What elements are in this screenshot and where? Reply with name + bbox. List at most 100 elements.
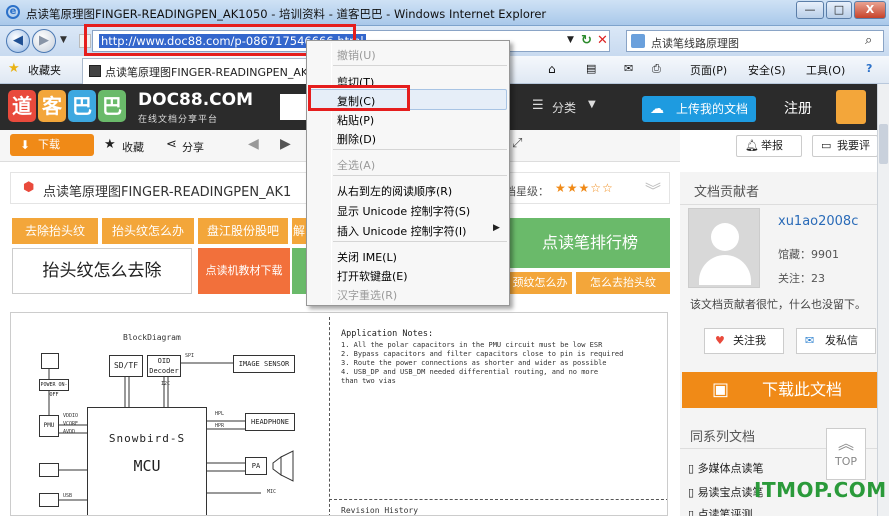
fullscreen-icon[interactable]: ⤢ bbox=[512, 136, 522, 151]
download-button[interactable]: ⬇ 下载 bbox=[10, 134, 94, 156]
favorite-star-icon[interactable]: ★ bbox=[104, 137, 116, 152]
category-icon[interactable]: ☰ bbox=[532, 98, 544, 113]
search-field[interactable]: 点读笔线路原理图 ⌕ bbox=[626, 30, 884, 52]
register-link[interactable]: 注册 bbox=[784, 98, 812, 118]
contributor-name[interactable]: xu1ao2008c bbox=[778, 214, 858, 229]
divider bbox=[680, 204, 877, 205]
tag-link[interactable]: 去除抬头纹 bbox=[12, 218, 98, 244]
logo-char[interactable]: 道 bbox=[8, 90, 36, 122]
feeds-icon[interactable]: ▤ bbox=[586, 62, 596, 75]
contributor-note: 该文档贡献者很忙，什么也没留下。 bbox=[690, 298, 866, 311]
menu-item-select-all[interactable]: 全选(A) bbox=[337, 157, 375, 173]
doc-icon: ▯ bbox=[688, 486, 698, 499]
copy-highlight-box bbox=[308, 85, 410, 111]
favorites-label[interactable]: 收藏夹 bbox=[28, 62, 61, 78]
note-line: than two vias bbox=[341, 377, 396, 385]
menu-item-show-unicode[interactable]: 显示 Unicode 控制字符(S) bbox=[337, 203, 470, 219]
menu-item-delete[interactable]: 删除(D) bbox=[337, 131, 376, 147]
upload-button[interactable]: ☁ 上传我的文档 bbox=[642, 96, 756, 122]
address-dropdown-icon[interactable]: ▼ bbox=[567, 35, 574, 45]
download-doc-button[interactable]: ▣ 下载此文档 bbox=[682, 372, 887, 408]
top-label: TOP bbox=[834, 455, 857, 468]
menu-safety[interactable]: 安全(S) bbox=[748, 62, 786, 78]
menu-item-paste[interactable]: 粘贴(P) bbox=[337, 112, 374, 128]
tag-link[interactable]: 盘江股份股吧 bbox=[198, 218, 288, 244]
tag-link[interactable]: 怎么去抬头纹 bbox=[576, 272, 670, 294]
share-link[interactable]: 分享 bbox=[182, 139, 204, 155]
menu-item-close-ime[interactable]: 关闭 IME(L) bbox=[337, 249, 397, 265]
report-label: 举报 bbox=[761, 139, 783, 152]
menu-item-undo[interactable]: 撤销(U) bbox=[337, 47, 376, 63]
back-to-top-button[interactable]: ︽ TOP bbox=[826, 428, 866, 480]
avatar[interactable] bbox=[688, 208, 760, 288]
rank-tag-link[interactable]: 点读笔排行榜 bbox=[510, 218, 670, 268]
brand-name[interactable]: DOC88.COM bbox=[138, 90, 253, 110]
maximize-button[interactable]: □ bbox=[826, 1, 852, 19]
stat-collection: 馆藏：9901 bbox=[778, 248, 839, 261]
star-icon[interactable]: ★ bbox=[8, 61, 20, 76]
tag-link[interactable]: 点读机教材下载 bbox=[198, 248, 290, 294]
rating-label: 档星级： bbox=[505, 185, 549, 198]
menu-tools[interactable]: 工具(O) bbox=[806, 62, 845, 78]
scrollbar-thumb[interactable] bbox=[879, 124, 888, 164]
document-page: BlockDiagram SD/TF OID Decoder IMAGE SEN… bbox=[10, 312, 668, 516]
note-line: 1. All the polar capacitors in the PMU c… bbox=[341, 341, 603, 349]
share-icon[interactable]: ⋖ bbox=[166, 137, 177, 152]
mail-icon[interactable]: ✉ bbox=[624, 62, 633, 75]
download-doc-label: 下载此文档 bbox=[762, 380, 843, 399]
chevron-up-icon: ︽ bbox=[837, 434, 854, 453]
series-item[interactable]: ▯ 易读宝点读笔 bbox=[688, 484, 764, 500]
refresh-icon[interactable]: ↻ bbox=[581, 33, 592, 48]
favorite-link[interactable]: 收藏 bbox=[122, 139, 144, 155]
menu-separator bbox=[333, 241, 507, 242]
menu-item-insert-unicode[interactable]: 插入 Unicode 控制字符(I) bbox=[337, 223, 466, 239]
logo-char[interactable]: 巴 bbox=[98, 90, 126, 122]
series-item[interactable]: ▯ 点读笔评测 bbox=[688, 506, 753, 516]
logo-char[interactable]: 客 bbox=[38, 90, 66, 122]
watermark: ITMOP.COM bbox=[754, 478, 887, 502]
prev-page-icon[interactable]: ◀ bbox=[248, 136, 259, 152]
home-icon[interactable]: ⌂ bbox=[548, 62, 556, 76]
report-button[interactable]: 🔔︎ 举报 bbox=[736, 135, 802, 157]
ie-logo-icon: e bbox=[6, 5, 20, 19]
page-scrollbar[interactable] bbox=[877, 84, 889, 516]
next-page-icon[interactable]: ▶ bbox=[280, 136, 291, 152]
collapse-chevron-icon[interactable]: ︾ bbox=[645, 177, 661, 201]
tag-link[interactable]: 解 bbox=[292, 218, 306, 244]
forward-button[interactable]: ▶ bbox=[32, 29, 56, 53]
doc-download-icon: ▣ bbox=[712, 379, 730, 400]
series-item[interactable]: ▯ 多媒体点读笔 bbox=[688, 460, 764, 476]
recent-pages-dropdown-icon[interactable]: ▼ bbox=[60, 35, 67, 45]
big-tag-link[interactable]: 抬头纹怎么去除 bbox=[12, 248, 192, 294]
notes-title: Application Notes: bbox=[341, 329, 434, 339]
message-button[interactable]: ✉ 发私信 bbox=[796, 328, 876, 354]
stop-icon[interactable]: ✕ bbox=[597, 33, 608, 48]
comment-label: 我要评 bbox=[837, 139, 870, 152]
menu-item-rtl[interactable]: 从右到左的阅读顺序(R) bbox=[337, 183, 452, 199]
tag-link[interactable]: 颈纹怎么办 bbox=[508, 272, 572, 294]
tag-link[interactable]: 抬头纹怎么办 bbox=[102, 218, 194, 244]
search-icon[interactable]: ⌕ bbox=[865, 33, 872, 48]
menu-separator bbox=[333, 65, 507, 66]
help-icon[interactable]: ? bbox=[866, 62, 872, 75]
print-icon[interactable]: ⎙ bbox=[652, 62, 661, 76]
brand-subtitle: 在线文档分享平台 bbox=[138, 115, 219, 125]
comment-button[interactable]: ▭ 我要评 bbox=[812, 135, 878, 157]
browser-tab[interactable]: 点读笔原理图FINGER-READINGPEN_AK10... bbox=[82, 58, 333, 84]
search-text[interactable]: 点读笔线路原理图 bbox=[651, 35, 739, 51]
rating-stars: ★★★☆☆ bbox=[555, 181, 614, 195]
follow-button[interactable]: ♥ 关注我 bbox=[704, 328, 784, 354]
menu-item-reconvert[interactable]: 汉字重选(R) bbox=[337, 287, 397, 303]
back-button[interactable]: ◀ bbox=[6, 29, 30, 53]
close-button[interactable]: X bbox=[854, 1, 886, 19]
tab-title[interactable]: 点读笔原理图FINGER-READINGPEN_AK10... bbox=[105, 64, 333, 80]
category-label[interactable]: 分类 bbox=[552, 99, 576, 116]
submenu-arrow-icon: ▶ bbox=[493, 223, 500, 233]
logo-char[interactable]: 巴 bbox=[68, 90, 96, 122]
category-dropdown-icon[interactable]: ▼ bbox=[588, 99, 596, 110]
site-search-input[interactable] bbox=[280, 94, 308, 120]
menu-item-soft-keyboard[interactable]: 打开软键盘(E) bbox=[337, 268, 408, 284]
menu-page[interactable]: 页面(P) bbox=[690, 62, 727, 78]
note-line: 2. Bypass capacitors and filter capacito… bbox=[341, 350, 624, 358]
minimize-button[interactable]: — bbox=[796, 1, 824, 19]
